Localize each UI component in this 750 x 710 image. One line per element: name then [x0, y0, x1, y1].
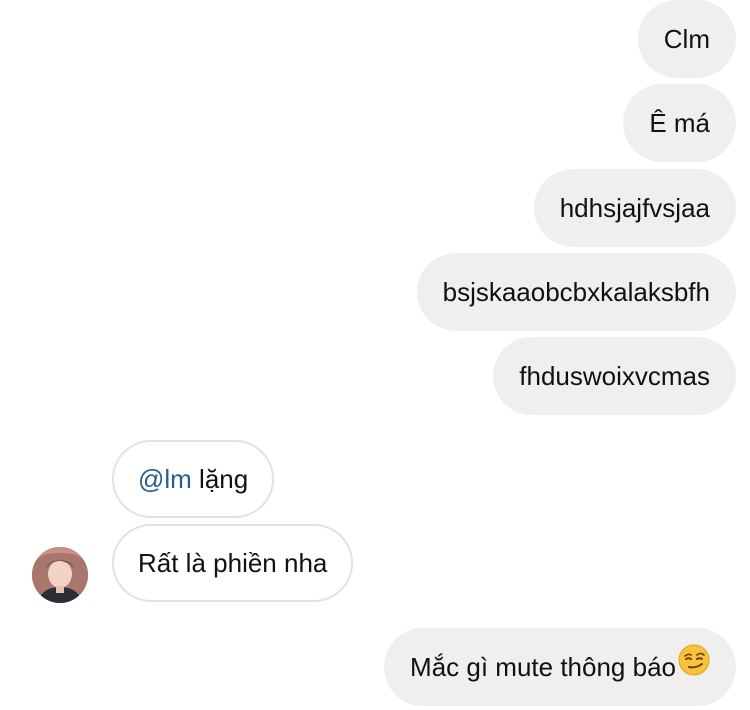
message-text: Rất là phiền nha [138, 548, 328, 578]
chat-thread: Clm Ê má hdhsjajfvsjaa bsjskaaobcbxkalak… [0, 0, 750, 710]
message-text: Mắc gì mute thông báo [410, 652, 676, 682]
outgoing-message[interactable]: Mắc gì mute thông báo [384, 628, 736, 706]
message-text: bsjskaaobcbxkalaksbfh [442, 277, 710, 307]
outgoing-message[interactable]: Clm [637, 0, 736, 78]
message-text: lặng [191, 464, 249, 494]
user-avatar[interactable] [32, 547, 88, 603]
smirking-face-emoji-icon [678, 628, 710, 706]
outgoing-message[interactable]: bsjskaaobcbxkalaksbfh [416, 253, 736, 331]
incoming-reply-message[interactable]: @lm lặng [112, 440, 275, 518]
outgoing-message[interactable]: Ê má [623, 84, 736, 162]
outgoing-message[interactable]: fhduswoixvcmas [493, 337, 736, 415]
incoming-message[interactable]: Rất là phiền nha [112, 524, 354, 602]
user-avatar-icon [32, 547, 88, 603]
message-text: hdhsjajfvsjaa [559, 193, 710, 223]
outgoing-message[interactable]: hdhsjajfvsjaa [533, 169, 736, 247]
message-text: Clm [663, 24, 710, 54]
message-text: fhduswoixvcmas [519, 361, 710, 391]
message-text: Ê má [649, 108, 710, 138]
mention-link[interactable]: @lm [138, 464, 192, 494]
